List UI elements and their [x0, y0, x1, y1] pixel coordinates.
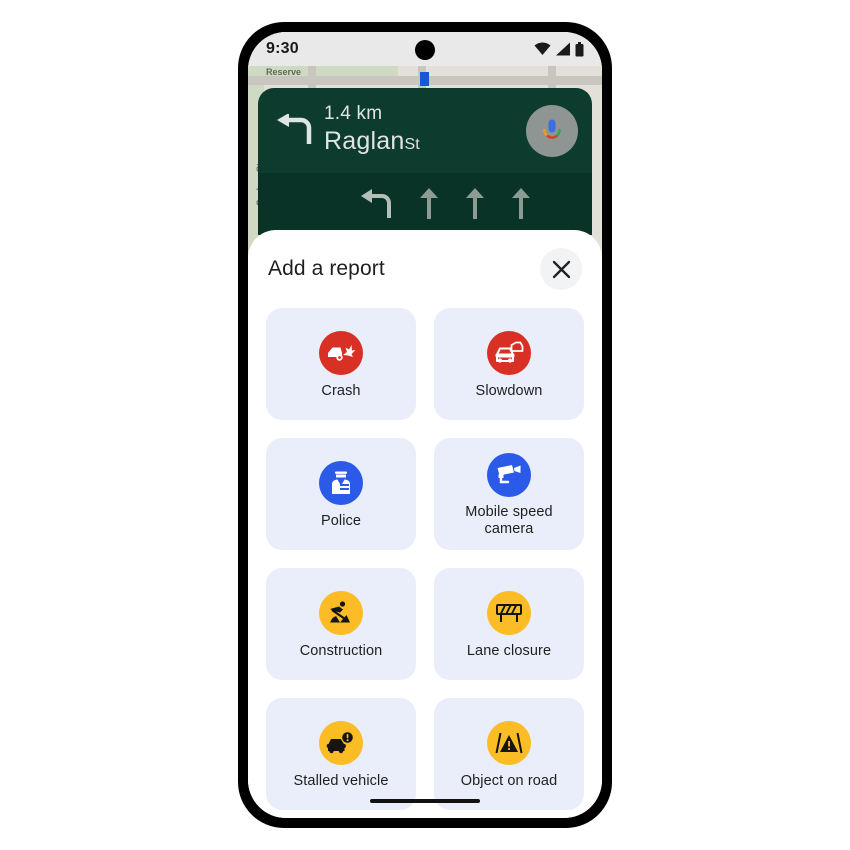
report-card-crash[interactable]: Crash — [266, 308, 416, 420]
add-report-bottom-sheet: Add a report Crash Slowdown Police Mobil… — [248, 230, 602, 818]
front-camera-cutout — [415, 40, 435, 60]
phone-screen: Reserve Corben St 1.4 km RaglanSt — [248, 32, 602, 818]
next-street-name: RaglanSt — [324, 126, 526, 160]
report-card-label: Object on road — [460, 772, 558, 789]
lane-guidance-strip — [258, 173, 592, 235]
street-name-text: Raglan — [324, 126, 405, 155]
home-gesture-bar[interactable] — [370, 799, 480, 803]
street-suffix-text: St — [404, 135, 420, 153]
report-card-label: Police — [320, 512, 362, 529]
status-bar-clock: 9:30 — [266, 40, 299, 57]
construction-icon — [319, 590, 363, 635]
voice-mic-button[interactable] — [526, 104, 578, 157]
object-on-road-icon — [487, 720, 531, 765]
slowdown-icon — [487, 330, 531, 375]
microphone-icon — [543, 119, 561, 139]
report-card-mobile-speed-camera[interactable]: Mobile speed camera — [434, 438, 584, 550]
turn-left-arrow-icon — [272, 113, 316, 148]
close-icon — [552, 260, 570, 278]
straight-lane-icon — [512, 188, 530, 219]
lane-closure-icon — [487, 590, 531, 635]
police-icon — [319, 460, 363, 505]
report-card-object-on-road[interactable]: Object on road — [434, 698, 584, 810]
wifi-icon — [534, 42, 551, 55]
stalled-vehicle-icon — [319, 720, 363, 765]
battery-icon — [575, 41, 584, 56]
status-bar: 9:30 — [248, 32, 602, 66]
straight-lane-icon — [420, 188, 438, 219]
speed-camera-icon — [487, 452, 531, 497]
remaining-distance: 1.4 km — [324, 102, 383, 124]
report-card-police[interactable]: Police — [266, 438, 416, 550]
navigation-text-block: 1.4 km RaglanSt — [316, 102, 526, 160]
navigation-banner[interactable]: 1.4 km RaglanSt — [258, 88, 592, 173]
report-card-slowdown[interactable]: Slowdown — [434, 308, 584, 420]
report-card-label: Lane closure — [466, 642, 552, 659]
map-position-marker — [420, 72, 429, 86]
report-card-label: Crash — [321, 382, 361, 399]
turn-left-lane-icon — [361, 189, 391, 218]
sheet-header: Add a report — [248, 230, 602, 308]
straight-lane-icon — [466, 188, 484, 219]
report-card-lane-closure[interactable]: Lane closure — [434, 568, 584, 680]
report-card-construction[interactable]: Construction — [266, 568, 416, 680]
crash-icon — [319, 330, 363, 375]
report-card-label: Slowdown — [475, 382, 543, 399]
status-bar-icons — [534, 41, 584, 57]
report-type-grid: Crash Slowdown Police Mobile speed camer… — [248, 308, 602, 810]
report-card-label: Construction — [299, 642, 383, 659]
map-label-reserve: Reserve — [266, 67, 302, 77]
page-title: Add a report — [268, 257, 385, 280]
screenshot-canvas: Reserve Corben St 1.4 km RaglanSt — [0, 0, 850, 850]
cellular-signal-icon — [556, 42, 570, 56]
report-card-stalled-vehicle[interactable]: Stalled vehicle — [266, 698, 416, 810]
report-card-label: Stalled vehicle — [293, 772, 389, 789]
close-button[interactable] — [540, 248, 582, 290]
report-card-label: Mobile speed camera — [465, 503, 553, 537]
